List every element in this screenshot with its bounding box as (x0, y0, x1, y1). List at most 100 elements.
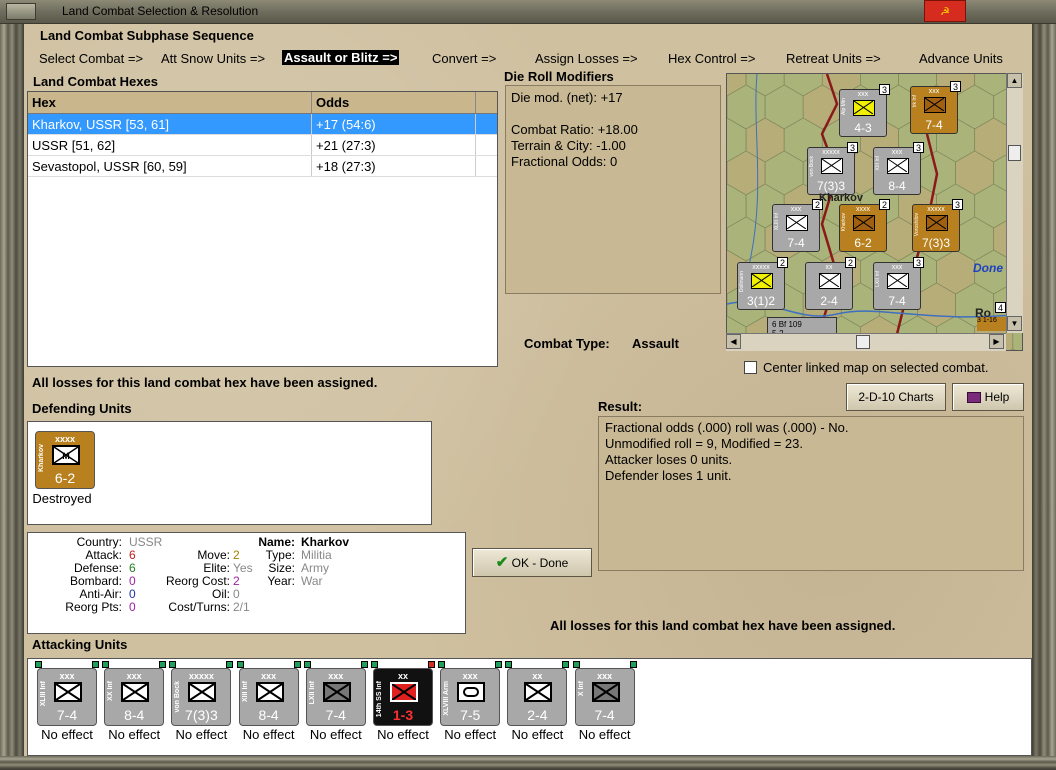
map-unit-counter[interactable]: xx 2-4 2 (805, 257, 856, 310)
subphase-step[interactable]: Retreat Units => (786, 51, 881, 66)
reorg-pts-value: 0 (129, 600, 136, 614)
hexes-table-header: Hex Odds (28, 92, 497, 114)
unit-counter[interactable]: xx 14th SS Inf 1-3 (373, 668, 433, 726)
unit-counter[interactable]: xxx XLIII Inf 7-4 (37, 668, 97, 726)
center-map-label: Center linked map on selected combat. (763, 360, 989, 375)
vertical-scroll-thumb[interactable] (1008, 145, 1021, 161)
table-row[interactable]: Kharkov, USSR [53, 61] +17 (54:6) (28, 114, 497, 135)
map-vertical-scrollbar[interactable]: ▲ ▼ (1006, 73, 1023, 333)
table-row[interactable]: Sevastopol, USSR [60, 59] +18 (27:3) (28, 156, 497, 177)
center-map-checkbox[interactable] (744, 361, 757, 374)
scroll-up-arrow[interactable]: ▲ (1007, 73, 1022, 88)
table-row[interactable]: USSR [51, 62] +21 (27:3) (28, 135, 497, 156)
map-corner-unit[interactable]: 3 1-16 (977, 317, 1007, 331)
bombard-label: Bombard: (69, 574, 122, 588)
hex-cell: Kharkov, USSR [53, 61] (28, 114, 312, 134)
odds-cell: +18 (27:3) (312, 156, 476, 176)
move-value: 2 (233, 548, 240, 562)
subphase-step[interactable]: Hex Control => (668, 51, 755, 66)
scroll-down-arrow[interactable]: ▼ (1007, 316, 1022, 331)
linked-map[interactable]: xxx Alp Mtn 4-3 3 xxx Irk Inf 7-4 3 xxxxx von Boc… (726, 73, 1023, 351)
supply-indicator (102, 661, 110, 668)
unit-counter[interactable]: xx 2-4 (507, 668, 568, 726)
air-unit-name: Bf 109 (778, 320, 802, 329)
unit-counter[interactable]: xxxxx von Bock 7(3)3 (171, 668, 232, 726)
title-bar[interactable]: Land Combat Selection & Resolution ☭ (0, 0, 1056, 24)
unit-name-label: XX Inf (107, 681, 115, 701)
horizontal-scroll-thumb[interactable] (856, 335, 870, 349)
odds-cell: +17 (54:6) (312, 114, 476, 134)
unit-size-label: xxx (59, 671, 75, 681)
map-counter-name: von Bock (809, 156, 815, 177)
svg-text:M: M (62, 451, 70, 461)
unit-symbol-icon (591, 682, 620, 702)
unit-symbol-icon (121, 682, 150, 702)
scroll-left-arrow[interactable]: ◀ (726, 334, 741, 349)
book-icon (966, 392, 981, 404)
drm-heading: Die Roll Modifiers (504, 69, 614, 84)
map-counter-strength: 7(3)3 (816, 179, 845, 193)
unit-counter[interactable]: xxx XX Inf 8-4 (104, 668, 165, 726)
map-unit-counter[interactable]: xxx Irk Inf 7-4 3 (910, 81, 961, 134)
status-indicator (293, 661, 301, 668)
subphase-step[interactable]: Convert => (432, 51, 496, 66)
map-counter-strength: 4-3 (854, 121, 872, 135)
map-unit-counter[interactable]: xxx XIII Inf 8-4 3 (873, 142, 924, 195)
map-unit-counter[interactable]: xxx LXII Inf 7-4 3 (873, 257, 924, 310)
drm-line: Terrain & City: -1.00 (511, 138, 626, 153)
unit-size-label: xxx (597, 671, 613, 681)
map-counter-name: Irk Inf (912, 95, 918, 108)
unit-counter[interactable]: xxx XLVIII Arm 7-5 (440, 668, 501, 726)
map-unit-counter[interactable]: xxxxx Dollmann 3(1)2 2 (737, 257, 788, 310)
unit-symbol-icon (54, 682, 82, 702)
map-stack-badge: 2 (845, 257, 856, 268)
unit-name-label: XLIII Inf (40, 681, 47, 707)
supply-indicator (438, 661, 446, 668)
subphase-step[interactable]: Att Snow Units => (161, 51, 265, 66)
map-horizontal-scrollbar[interactable]: ◀ ▶ (726, 333, 1006, 351)
antiair-value: 0 (129, 587, 136, 601)
map-unit-counter[interactable]: xxxxx Voroshilov 7(3)3 3 (912, 199, 963, 252)
column-hex[interactable]: Hex (28, 92, 312, 113)
scroll-right-arrow[interactable]: ▶ (989, 334, 1004, 349)
type-label: Type: (265, 548, 295, 562)
unit-counter[interactable]: xxx LXII Inf 7-4 (305, 668, 366, 726)
move-label: Move: (197, 548, 230, 562)
subphase-step[interactable]: Select Combat => (39, 51, 143, 66)
supply-indicator (572, 661, 580, 668)
close-button[interactable]: ☭ (924, 0, 966, 22)
unit-symbol-icon (524, 682, 553, 702)
map-unit-counter[interactable]: xxxxx von Bock 7(3)3 3 (807, 142, 858, 195)
window-frame-right (1032, 0, 1056, 770)
supply-indicator (303, 661, 311, 668)
unit-counter[interactable]: xxx X Inf 7-4 (574, 668, 635, 726)
map-unit-counter[interactable]: xxx Alp Mtn 4-3 3 (839, 84, 890, 137)
unit-counter[interactable]: xxx XIII Inf 8-4 (238, 668, 299, 726)
attacking-units-panel: xxx XLIII Inf 7-4 No effect xxx XX Inf 8-4 No e… (27, 658, 1032, 756)
hexes-heading: Land Combat Hexes (33, 74, 158, 89)
map-unit-counter[interactable]: xxx XLIII Inf 7-4 2 (772, 199, 823, 252)
map-counter-symbol-icon (926, 215, 948, 231)
subphase-step[interactable]: Advance Units (919, 51, 1003, 66)
map-counter-symbol-icon (819, 273, 841, 289)
ok-done-button[interactable]: ✔ OK - Done (472, 548, 592, 577)
reorg-pts-label: Reorg Pts: (65, 600, 122, 614)
drm-line (511, 106, 715, 122)
year-value: War (301, 574, 323, 588)
country-value: USSR (129, 535, 163, 549)
charts-button[interactable]: 2-D-10 Charts (846, 383, 946, 411)
system-menu-button[interactable] (6, 3, 36, 20)
unit-counter[interactable]: xxxx Kharkov M 6-2 (35, 431, 95, 489)
subphase-step[interactable]: Assign Losses => (535, 51, 638, 66)
help-button[interactable]: Help (952, 383, 1024, 411)
unit-size-label: xxx (462, 671, 478, 681)
reorg-cost-value: 2 (233, 574, 240, 588)
unit-strength-label: 7-4 (325, 707, 346, 723)
map-unit-counter[interactable]: xxxx Kharkov 6-2 2 (839, 199, 890, 252)
combat-type-label: Combat Type: (524, 336, 610, 351)
column-odds[interactable]: Odds (312, 92, 476, 113)
subphase-step[interactable]: Assault or Blitz => (282, 50, 400, 65)
map-counter-strength: 8-4 (888, 179, 906, 193)
unit-symbol-icon: M (52, 445, 80, 465)
result-line: Unmodified roll = 9, Modified = 23. (605, 436, 803, 451)
